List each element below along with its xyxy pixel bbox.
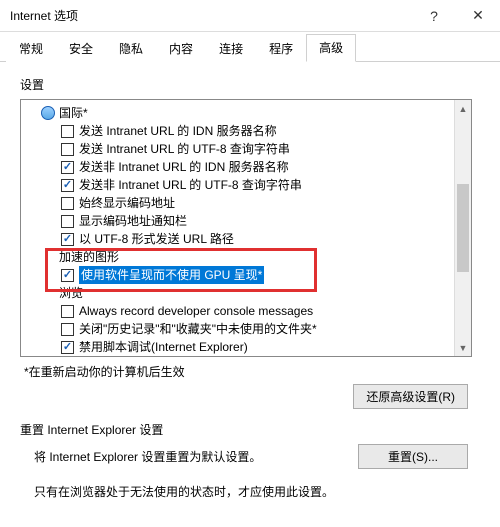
tree-item[interactable]: 以 UTF-8 形式发送 URL 路径 bbox=[27, 230, 471, 248]
checkbox[interactable] bbox=[61, 305, 74, 318]
scroll-thumb[interactable] bbox=[457, 184, 469, 273]
help-button[interactable]: ? bbox=[412, 0, 456, 32]
reset-warning-note: 只有在浏览器处于无法使用的状态时，才应使用此设置。 bbox=[34, 483, 486, 500]
window-title: Internet 选项 bbox=[10, 7, 412, 24]
scroll-track[interactable] bbox=[455, 117, 471, 339]
checkbox[interactable] bbox=[61, 323, 74, 336]
selected-item-label: 使用软件呈现而不使用 GPU 呈现* bbox=[79, 266, 264, 284]
tree-item[interactable]: 禁用脚本调试(Internet Explorer) bbox=[27, 338, 471, 356]
settings-tree[interactable]: 国际* 发送 Intranet URL 的 IDN 服务器名称 发送 Intra… bbox=[20, 99, 472, 357]
tree-group-accel: 加速的图形 bbox=[27, 248, 471, 266]
scroll-up-icon[interactable]: ▲ bbox=[455, 100, 471, 117]
tab-content[interactable]: 内容 bbox=[156, 35, 206, 62]
checkbox[interactable] bbox=[61, 161, 74, 174]
tree-item[interactable]: 关闭"历史记录"和"收藏夹"中未使用的文件夹* bbox=[27, 320, 471, 338]
scroll-down-icon[interactable]: ▼ bbox=[455, 339, 471, 356]
tree-item[interactable]: 发送非 Intranet URL 的 IDN 服务器名称 bbox=[27, 158, 471, 176]
checkbox[interactable] bbox=[61, 215, 74, 228]
tree-group-browse: 浏览 bbox=[27, 284, 471, 302]
accel-icon bbox=[41, 250, 55, 264]
restore-defaults-button[interactable]: 还原高级设置(R) bbox=[353, 384, 468, 409]
tab-privacy[interactable]: 隐私 bbox=[106, 35, 156, 62]
tab-programs[interactable]: 程序 bbox=[256, 35, 306, 62]
checkbox[interactable] bbox=[61, 233, 74, 246]
checkbox[interactable] bbox=[61, 125, 74, 138]
globe-icon bbox=[41, 106, 55, 120]
tree-group-intl: 国际* bbox=[27, 104, 471, 122]
reset-section-heading: 重置 Internet Explorer 设置 bbox=[20, 421, 486, 438]
tree-item[interactable]: 发送 Intranet URL 的 UTF-8 查询字符串 bbox=[27, 140, 471, 158]
close-button[interactable]: ✕ bbox=[456, 0, 500, 32]
tab-general[interactable]: 常规 bbox=[6, 35, 56, 62]
tab-connect[interactable]: 连接 bbox=[206, 35, 256, 62]
reset-button[interactable]: 重置(S)... bbox=[358, 444, 468, 469]
tree-item[interactable]: Always record developer console messages bbox=[27, 302, 471, 320]
browse-icon bbox=[41, 286, 55, 300]
tab-advanced[interactable]: 高级 bbox=[306, 34, 356, 62]
settings-label: 设置 bbox=[20, 76, 486, 93]
checkbox[interactable] bbox=[61, 143, 74, 156]
close-icon: ✕ bbox=[472, 7, 484, 24]
checkbox[interactable] bbox=[61, 269, 74, 282]
checkbox[interactable] bbox=[61, 179, 74, 192]
tab-strip: 常规 安全 隐私 内容 连接 程序 高级 bbox=[0, 32, 500, 62]
reset-description: 将 Internet Explorer 设置重置为默认设置。 bbox=[34, 448, 358, 465]
titlebar: Internet 选项 ? ✕ bbox=[0, 0, 500, 32]
tree-item[interactable]: 发送 Intranet URL 的 IDN 服务器名称 bbox=[27, 122, 471, 140]
tree-item[interactable]: 始终显示编码地址 bbox=[27, 194, 471, 212]
tab-security[interactable]: 安全 bbox=[56, 35, 106, 62]
restart-footnote: *在重新启动你的计算机后生效 bbox=[24, 363, 486, 380]
tree-item[interactable]: 发送非 Intranet URL 的 UTF-8 查询字符串 bbox=[27, 176, 471, 194]
tree-item-gpu[interactable]: 使用软件呈现而不使用 GPU 呈现* bbox=[27, 266, 471, 284]
checkbox[interactable] bbox=[61, 341, 74, 354]
tree-scrollbar[interactable]: ▲ ▼ bbox=[454, 100, 471, 356]
checkbox[interactable] bbox=[61, 197, 74, 210]
advanced-panel: 设置 国际* 发送 Intranet URL 的 IDN 服务器名称 发送 In… bbox=[0, 62, 500, 506]
tree-item[interactable]: 显示编码地址通知栏 bbox=[27, 212, 471, 230]
